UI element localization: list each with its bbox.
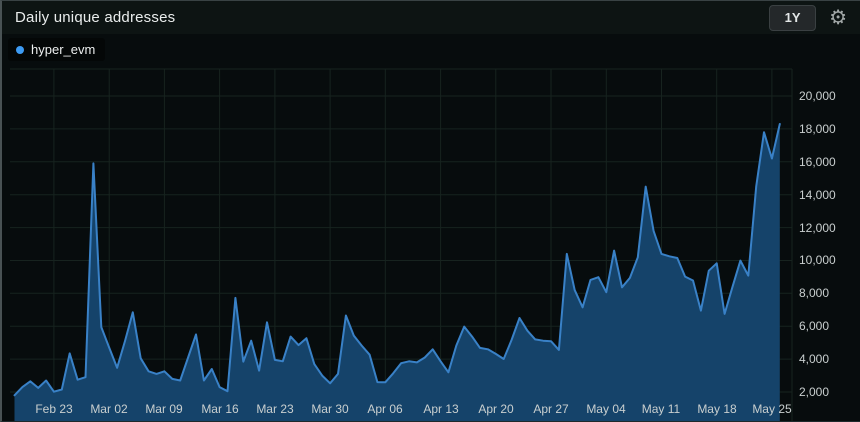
y-axis-label: 14,000 (799, 188, 836, 202)
x-axis-label: Apr 20 (466, 402, 526, 416)
x-axis-label: Apr 13 (411, 402, 471, 416)
x-axis-label: Apr 06 (355, 402, 415, 416)
range-button-1y[interactable]: 1Y (769, 5, 816, 31)
y-axis-label: 6,000 (799, 319, 829, 333)
x-axis-label: Mar 16 (190, 402, 250, 416)
gear-icon[interactable]: ⚙ (829, 8, 847, 28)
y-axis-label: 4,000 (799, 352, 829, 366)
panel-header: Daily unique addresses 1Y ⚙ (2, 1, 860, 34)
x-axis-label: May 25 (742, 402, 802, 416)
y-axis-label: 12,000 (799, 221, 836, 235)
x-axis-label: Mar 09 (134, 402, 194, 416)
y-axis-label: 16,000 (799, 155, 836, 169)
x-axis-label: Mar 30 (300, 402, 360, 416)
series-area-fill (15, 124, 780, 422)
legend-item[interactable]: hyper_evm (8, 38, 105, 61)
page-title: Daily unique addresses (2, 9, 175, 26)
x-axis: Feb 23Mar 02Mar 09Mar 16Mar 23Mar 30Apr … (2, 395, 860, 421)
y-axis-label: 18,000 (799, 122, 836, 136)
chart-plot[interactable]: hyper_evm 2,0004,0006,0008,00010,00012,0… (2, 34, 860, 421)
chart-panel: Daily unique addresses 1Y ⚙ hyper_evm 2,… (0, 0, 860, 422)
header-controls: 1Y ⚙ (769, 5, 860, 31)
area-chart-svg (2, 34, 860, 422)
x-axis-label: Mar 02 (79, 402, 139, 416)
x-axis-label: May 18 (687, 402, 747, 416)
series-dot-icon (16, 46, 24, 54)
x-axis-label: May 11 (631, 402, 691, 416)
x-axis-label: Feb 23 (24, 402, 84, 416)
y-axis-label: 8,000 (799, 286, 829, 300)
x-axis-label: May 04 (576, 402, 636, 416)
y-axis: 2,0004,0006,0008,00010,00012,00014,00016… (792, 34, 860, 422)
y-axis-label: 20,000 (799, 89, 836, 103)
x-axis-label: Apr 27 (521, 402, 581, 416)
legend-series-label: hyper_evm (31, 42, 95, 57)
x-axis-label: Mar 23 (245, 402, 305, 416)
y-axis-label: 10,000 (799, 253, 836, 267)
